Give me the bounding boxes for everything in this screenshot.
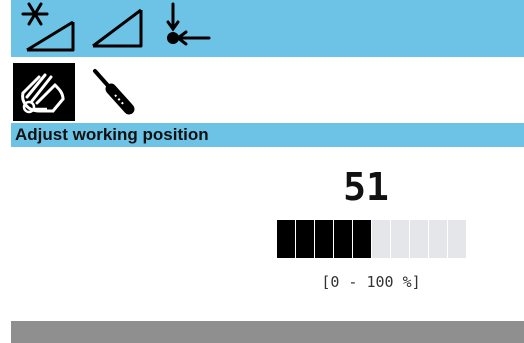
level-segment <box>372 220 390 258</box>
section-header: Adjust working position <box>11 123 524 147</box>
adjust-panel: 51 [0 - 100 %] <box>11 147 524 321</box>
mode-selector <box>11 57 524 123</box>
point-arrow-icon[interactable] <box>159 0 229 57</box>
position-level-bar[interactable] <box>277 220 467 258</box>
top-toolbar <box>11 0 524 57</box>
level-segment <box>334 220 352 258</box>
screwdriver-icon[interactable] <box>85 63 147 121</box>
display-screen: Adjust working position 51 [0 - 100 %] <box>11 0 524 343</box>
level-segment <box>448 220 466 258</box>
level-segment <box>429 220 447 258</box>
hand-icon[interactable] <box>13 63 75 121</box>
level-segment <box>410 220 428 258</box>
position-value: 51 <box>343 165 389 209</box>
level-segment <box>391 220 409 258</box>
page-title: Adjust working position <box>15 125 209 144</box>
level-segment <box>277 220 295 258</box>
slope-triangle-icon[interactable] <box>89 0 159 57</box>
level-segment <box>296 220 314 258</box>
star-slope-icon[interactable] <box>15 0 85 57</box>
range-label: [0 - 100 %] <box>321 273 421 291</box>
level-segment <box>353 220 371 258</box>
footer-bar <box>11 321 524 343</box>
level-segment <box>315 220 333 258</box>
